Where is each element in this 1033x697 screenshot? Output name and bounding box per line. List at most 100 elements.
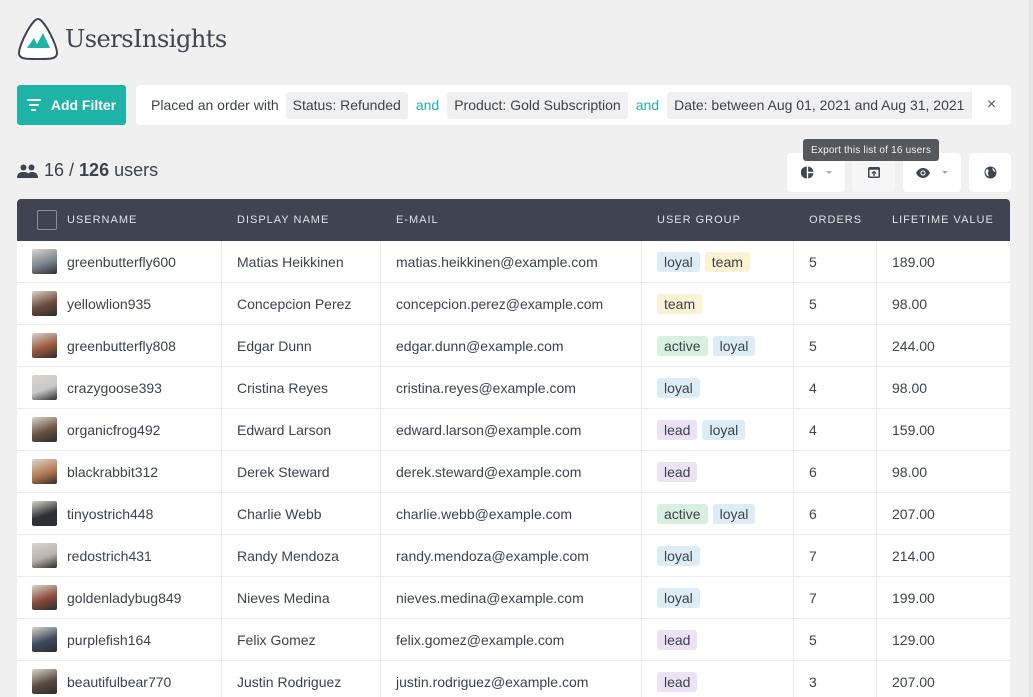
map-view-button[interactable] [969, 153, 1011, 192]
avatar[interactable] [32, 459, 57, 484]
column-email[interactable]: E-MAIL [381, 214, 642, 226]
page-scrollbar[interactable] [1029, 0, 1033, 697]
table-row[interactable]: greenbutterfly600 Matias Heikkinen matias.… [17, 241, 1010, 283]
users-table: USERNAME DISPLAY NAME E-MAIL USER GROUP … [17, 199, 1010, 697]
cell-user-group: active loyal [642, 493, 794, 534]
avatar[interactable] [32, 585, 57, 610]
cell-user-group: lead [642, 451, 794, 492]
filter-chip-product[interactable]: Product: Gold Subscription [447, 91, 628, 119]
table-row[interactable]: crazygoose393 Cristina Reyes cristina.reye… [17, 367, 1010, 409]
avatar[interactable] [32, 291, 57, 316]
add-filter-label: Add Filter [50, 97, 117, 113]
cell-email: concepcion.perez@example.com [381, 283, 642, 324]
cell-email: edward.larson@example.com [381, 409, 642, 450]
cell-orders: 6 [794, 493, 877, 534]
username-link[interactable]: beautifulbear770 [67, 674, 171, 690]
avatar[interactable] [32, 669, 57, 694]
user-count: 16 / 126 users [17, 160, 158, 181]
cell-orders: 3 [794, 661, 877, 697]
table-row[interactable]: blackrabbit312 Derek Steward derek.steward… [17, 451, 1010, 493]
table-row[interactable]: tinyostrich448 Charlie Webb charlie.webb@e… [17, 493, 1010, 535]
cell-display-name: Matias Heikkinen [222, 241, 381, 282]
cell-orders: 7 [794, 535, 877, 576]
filter-conjunction: and [415, 97, 440, 113]
avatar[interactable] [32, 627, 57, 652]
filter-chip-status[interactable]: Status: Refunded [285, 91, 408, 119]
table-row[interactable]: goldenladybug849 Nieves Medina nieves.medi… [17, 577, 1010, 619]
filter-chip-date[interactable]: Date: between Aug 01, 2021 and Aug 31, 2… [667, 91, 972, 119]
cell-username: purplefish164 [17, 619, 222, 660]
cell-user-group: lead loyal [642, 409, 794, 450]
column-orders[interactable]: ORDERS [794, 214, 877, 226]
cell-user-group: loyal [642, 535, 794, 576]
table-row[interactable]: greenbutterfly808 Edgar Dunn edgar.dunn@ex… [17, 325, 1010, 367]
cell-lifetime-value: 207.00 [892, 673, 935, 690]
table-row[interactable]: organicfrog492 Edward Larson edward.larson… [17, 409, 1010, 451]
user-group-tag: active [657, 335, 708, 356]
user-group-tag: loyal [712, 335, 756, 356]
cell-display-name: Justin Rodriguez [222, 661, 381, 697]
avatar[interactable] [32, 543, 57, 568]
cell-orders: 5 [794, 283, 877, 324]
cell-display-name: Felix Gomez [222, 619, 381, 660]
cell-email: justin.rodriguez@example.com [381, 661, 642, 697]
cell-display-name: Cristina Reyes [222, 367, 381, 408]
cell-user-group: lead [642, 619, 794, 660]
table-row[interactable]: beautifulbear770 Justin Rodriguez justin.r… [17, 661, 1010, 697]
chevron-down-icon [942, 171, 948, 174]
username-link[interactable]: purplefish164 [67, 632, 151, 648]
username-link[interactable]: redostrich431 [67, 548, 152, 564]
column-display-name[interactable]: DISPLAY NAME [222, 214, 381, 226]
cell-display-name: Charlie Webb [222, 493, 381, 534]
remove-filter-button[interactable]: × [971, 91, 1011, 119]
table-body: greenbutterfly600 Matias Heikkinen matias.… [17, 241, 1010, 697]
username-link[interactable]: yellowlion935 [67, 296, 151, 312]
table-row[interactable]: redostrich431 Randy Mendoza randy.mendoza@… [17, 535, 1010, 577]
table-row[interactable]: yellowlion935 Concepcion Perez concepcion.… [17, 283, 1010, 325]
cell-username: organicfrog492 [17, 409, 222, 450]
username-link[interactable]: greenbutterfly600 [67, 254, 176, 270]
select-all-checkbox[interactable] [37, 210, 57, 230]
cell-lifetime-value: 98.00 [892, 463, 928, 480]
cell-email: matias.heikkinen@example.com [381, 241, 642, 282]
username-link[interactable]: tinyostrich448 [67, 506, 153, 522]
username-link[interactable]: blackrabbit312 [67, 464, 158, 480]
column-user-group[interactable]: USER GROUP [642, 214, 794, 226]
cell-username: beautifulbear770 [17, 661, 222, 697]
filter-lines-icon [26, 99, 41, 111]
filter-conjunction: and [635, 97, 660, 113]
cell-lifetime-value: 129.00 [892, 631, 935, 648]
cell-lifetime-value: 159.00 [892, 421, 935, 438]
cell-orders: 5 [794, 241, 877, 282]
table-header: USERNAME DISPLAY NAME E-MAIL USER GROUP … [17, 199, 1010, 241]
cell-lifetime-value: 189.00 [892, 253, 935, 270]
user-group-tag: active [657, 503, 708, 524]
cell-lifetime-value: 244.00 [892, 337, 935, 354]
brand-name: UsersInsights [65, 25, 227, 53]
avatar[interactable] [32, 333, 57, 358]
cell-orders: 6 [794, 451, 877, 492]
username-link[interactable]: organicfrog492 [67, 422, 160, 438]
table-row[interactable]: purplefish164 Felix Gomez felix.gomez@exam… [17, 619, 1010, 661]
avatar[interactable] [32, 249, 57, 274]
cell-username: tinyostrich448 [17, 493, 222, 534]
username-link[interactable]: crazygoose393 [67, 380, 162, 396]
avatar[interactable] [32, 501, 57, 526]
cell-lifetime-value: 98.00 [892, 295, 928, 312]
avatar[interactable] [32, 375, 57, 400]
cell-display-name: Edgar Dunn [222, 325, 381, 366]
avatar[interactable] [32, 417, 57, 442]
column-username[interactable]: USERNAME [17, 210, 222, 230]
cell-email: cristina.reyes@example.com [381, 367, 642, 408]
total-count: 126 [79, 160, 110, 180]
cell-display-name: Concepcion Perez [222, 283, 381, 324]
add-filter-button[interactable]: Add Filter [17, 85, 126, 125]
export-tooltip: Export this list of 16 users [803, 139, 940, 161]
cell-user-group: active loyal [642, 325, 794, 366]
cell-lifetime-value: 98.00 [892, 379, 928, 396]
cell-display-name: Randy Mendoza [222, 535, 381, 576]
username-link[interactable]: goldenladybug849 [67, 590, 181, 606]
active-filter[interactable]: Placed an order with Status: Refunded an… [136, 85, 1011, 125]
column-lifetime-value[interactable]: LIFETIME VALUE [877, 214, 1010, 226]
username-link[interactable]: greenbutterfly808 [67, 338, 176, 354]
